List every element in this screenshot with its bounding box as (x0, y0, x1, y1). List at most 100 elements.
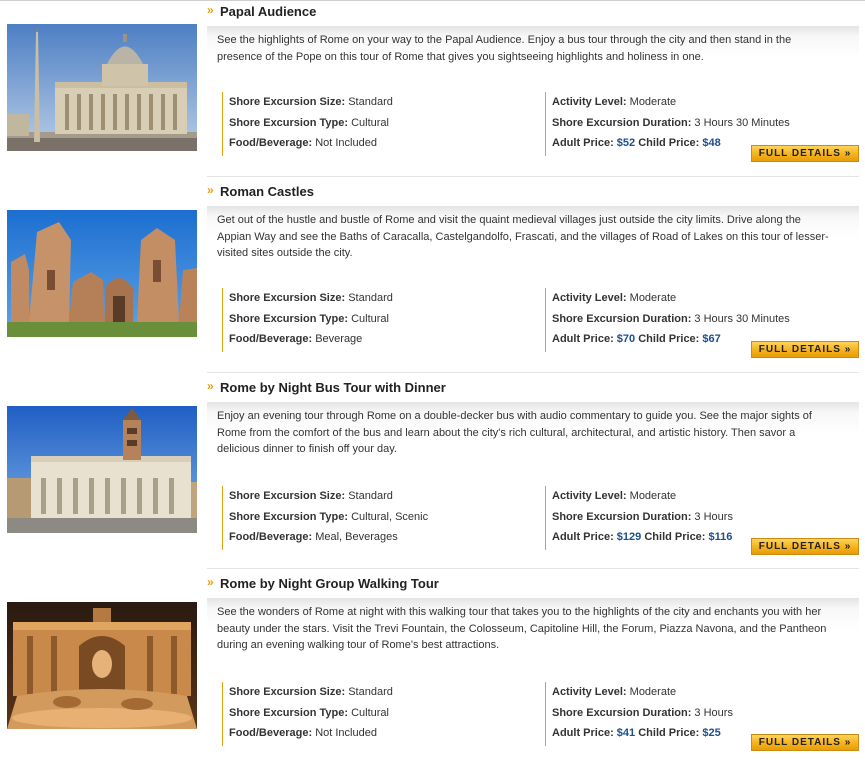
child-price: $25 (702, 727, 721, 740)
full-details-button[interactable]: FULL DETAILS » (751, 341, 859, 358)
activity-row: Activity Level: Moderate (552, 288, 852, 309)
type-row: Shore Excursion Type: Cultural (229, 703, 529, 724)
activity-row: Activity Level: Moderate (552, 682, 852, 703)
excursion-details: See the wonders of Rome at night with th… (207, 598, 859, 746)
details-left-column: Shore Excursion Size: Standard Shore Exc… (222, 682, 529, 746)
top-rule (0, 0, 865, 1)
child-price: $116 (708, 531, 733, 544)
excursion-description: See the wonders of Rome at night with th… (217, 606, 827, 651)
activity-value: Moderate (629, 686, 677, 698)
duration-row: Shore Excursion Duration: 3 Hours (552, 703, 852, 724)
double-chevron-right-icon: » (844, 541, 852, 552)
size-row: Shore Excursion Size: Standard (229, 288, 529, 309)
size-value: Standard (348, 292, 393, 304)
activity-label: Activity Level: (552, 96, 627, 108)
activity-value: Moderate (629, 96, 677, 108)
details-left-column: Shore Excursion Size: Standard Shore Exc… (222, 486, 529, 550)
duration-label: Shore Excursion Duration: (552, 116, 692, 129)
excursion-title[interactable]: Rome by Night Group Walking Tour (220, 576, 439, 591)
activity-label: Activity Level: (552, 490, 627, 502)
size-row: Shore Excursion Size: Standard (229, 486, 529, 507)
double-chevron-right-icon: » (844, 344, 852, 355)
excursion-title[interactable]: Roman Castles (220, 184, 314, 199)
excursion-title-row: » Rome by Night Group Walking Tour (207, 574, 857, 594)
divider (207, 568, 859, 569)
size-label: Shore Excursion Size: (229, 490, 346, 502)
excursion-image[interactable] (7, 406, 197, 533)
excursion-title-row: » Roman Castles (207, 182, 857, 202)
type-label: Shore Excursion Type: (229, 706, 348, 719)
duration-label: Shore Excursion Duration: (552, 312, 692, 325)
santa-maria-maggiore-photo (7, 406, 197, 533)
excursion-description: See the highlights of Rome on your way t… (217, 34, 792, 63)
trevi-fountain-night-photo (7, 602, 197, 729)
excursion-description: Enjoy an evening tour through Rome on a … (217, 410, 812, 455)
full-details-label: FULL DETAILS (758, 148, 841, 159)
chevron-right-icon: » (207, 575, 214, 589)
food-label: Food/Beverage: (229, 137, 313, 150)
excursion-image[interactable] (7, 24, 197, 151)
adult-price-label: Adult Price: (552, 727, 614, 740)
adult-price-label: Adult Price: (552, 137, 614, 150)
chevron-right-icon: » (207, 183, 214, 197)
full-details-button[interactable]: FULL DETAILS » (751, 734, 859, 751)
activity-row: Activity Level: Moderate (552, 92, 852, 113)
duration-value: 3 Hours (694, 706, 733, 719)
type-row: Shore Excursion Type: Cultural (229, 309, 529, 330)
duration-value: 3 Hours 30 Minutes (694, 116, 790, 129)
full-details-label: FULL DETAILS (758, 344, 841, 355)
excursion-item: » Papal Audience See the highlights of R… (0, 2, 865, 198)
duration-value: 3 Hours 30 Minutes (694, 312, 790, 325)
food-row: Food/Beverage: Meal, Beverages (229, 527, 529, 548)
excursion-details: Enjoy an evening tour through Rome on a … (207, 402, 859, 550)
adult-price: $52 (616, 137, 636, 150)
type-label: Shore Excursion Type: (229, 510, 348, 523)
child-price: $48 (702, 137, 721, 150)
chevron-right-icon: » (207, 3, 214, 17)
child-price-label: Child Price: (638, 727, 700, 740)
food-label: Food/Beverage: (229, 531, 313, 544)
food-row: Food/Beverage: Not Included (229, 133, 529, 154)
activity-row: Activity Level: Moderate (552, 486, 852, 507)
full-details-label: FULL DETAILS (758, 737, 841, 748)
type-value: Cultural, Scenic (351, 510, 429, 523)
full-details-button[interactable]: FULL DETAILS » (751, 145, 859, 162)
adult-price-label: Adult Price: (552, 531, 614, 544)
type-row: Shore Excursion Type: Cultural (229, 113, 529, 134)
food-row: Food/Beverage: Beverage (229, 329, 529, 350)
full-details-button[interactable]: FULL DETAILS » (751, 538, 859, 555)
excursion-item: » Rome by Night Bus Tour with Dinner Enj… (0, 378, 865, 574)
excursion-image[interactable] (7, 210, 197, 337)
food-value: Beverage (315, 333, 363, 346)
size-label: Shore Excursion Size: (229, 686, 346, 698)
adult-price: $41 (616, 727, 636, 740)
child-price: $67 (702, 333, 721, 346)
excursion-title[interactable]: Rome by Night Bus Tour with Dinner (220, 380, 446, 395)
divider (207, 176, 859, 177)
excursion-title-row: » Papal Audience (207, 2, 857, 22)
duration-row: Shore Excursion Duration: 3 Hours 30 Min… (552, 113, 852, 134)
type-label: Shore Excursion Type: (229, 312, 348, 325)
full-details-label: FULL DETAILS (758, 541, 841, 552)
food-label: Food/Beverage: (229, 333, 313, 346)
excursion-title[interactable]: Papal Audience (220, 4, 316, 19)
excursion-details: Get out of the hustle and bustle of Rome… (207, 206, 859, 352)
duration-label: Shore Excursion Duration: (552, 510, 692, 523)
type-label: Shore Excursion Type: (229, 116, 348, 129)
type-value: Cultural (351, 312, 389, 325)
type-row: Shore Excursion Type: Cultural, Scenic (229, 507, 529, 528)
food-label: Food/Beverage: (229, 727, 313, 740)
type-value: Cultural (351, 706, 389, 719)
excursion-description: Get out of the hustle and bustle of Rome… (217, 214, 829, 259)
duration-label: Shore Excursion Duration: (552, 706, 692, 719)
size-label: Shore Excursion Size: (229, 292, 346, 304)
excursion-image[interactable] (7, 602, 197, 729)
activity-label: Activity Level: (552, 292, 627, 304)
chevron-right-icon: » (207, 379, 214, 393)
child-price-label: Child Price: (638, 333, 700, 346)
double-chevron-right-icon: » (844, 737, 852, 748)
excursion-item: » Roman Castles Get out of the hustle an… (0, 182, 865, 378)
divider (207, 372, 859, 373)
details-left-column: Shore Excursion Size: Standard Shore Exc… (222, 288, 529, 352)
food-row: Food/Beverage: Not Included (229, 723, 529, 744)
